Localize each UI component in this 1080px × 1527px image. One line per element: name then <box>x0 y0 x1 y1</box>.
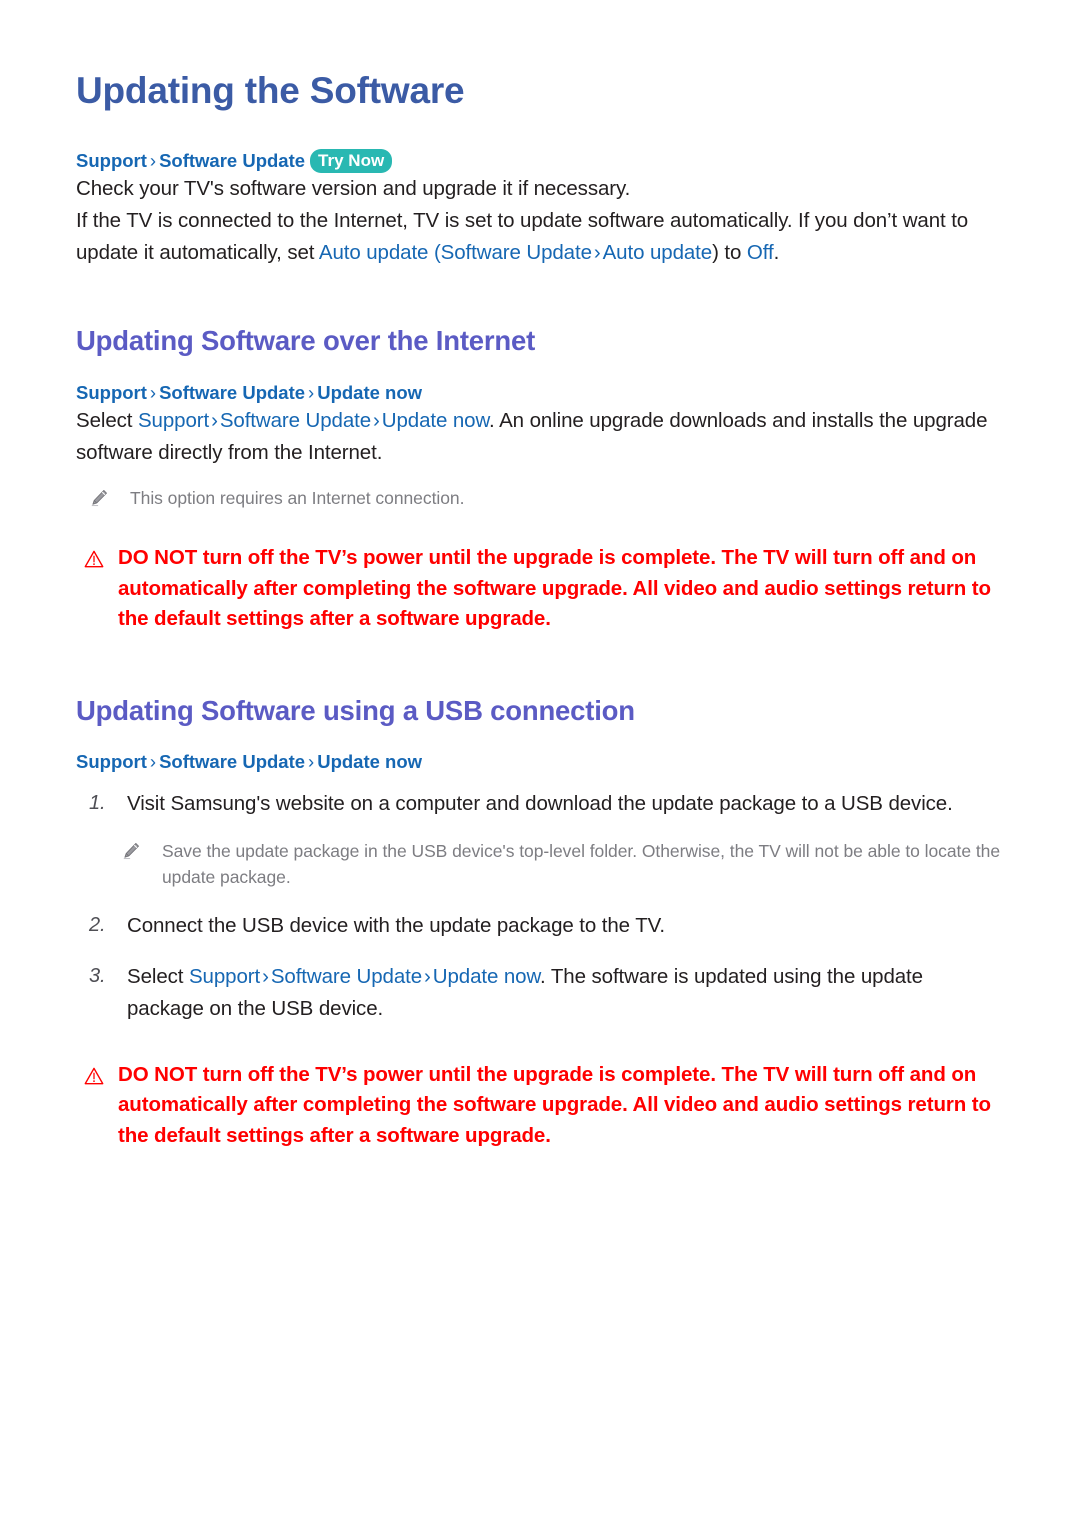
list-item: 3. Select Support›Software Update›Update… <box>76 961 1004 1025</box>
chevron-right-icon: › <box>149 381 157 403</box>
breadcrumb-item-update-now[interactable]: Update now <box>317 382 422 403</box>
breadcrumb-item-update-now[interactable]: Update now <box>317 751 422 772</box>
warning-internet-power: DO NOT turn off the TV’s power until the… <box>84 543 1004 635</box>
text-fragment: Select <box>76 408 138 432</box>
step-text: Visit Samsung's website on a computer an… <box>127 792 953 816</box>
breadcrumb-item-support[interactable]: Support <box>76 382 147 403</box>
keyword-support[interactable]: Support <box>189 965 260 988</box>
step-text: Select Support›Software Update›Update no… <box>127 961 1004 1025</box>
chevron-right-icon: › <box>308 381 315 403</box>
keyword-software-update[interactable]: Software Update <box>271 965 422 988</box>
text-fragment: Select <box>127 964 189 988</box>
internet-paragraph-select: Select Support›Software Update›Update no… <box>76 405 1004 469</box>
text-fragment: . <box>773 240 780 264</box>
list-item: 2. Connect the USB device with the updat… <box>76 910 1004 942</box>
note-text: Save the update package in the USB devic… <box>162 841 1001 888</box>
note-text: This option requires an Internet connect… <box>130 487 465 508</box>
try-now-button[interactable]: Try Now <box>310 148 393 173</box>
document-page: Updating the Software Support › Software U… <box>0 0 1080 1527</box>
usb-steps-list-continued: 2. Connect the USB device with the updat… <box>76 910 1004 1025</box>
breadcrumb-item-support[interactable]: Support <box>76 751 147 772</box>
warning-text: DO NOT turn off the TV’s power until the… <box>118 1062 991 1148</box>
chevron-right-icon: › <box>262 964 269 988</box>
chevron-right-icon: › <box>373 408 380 432</box>
intro-paragraph-auto-update: If the TV is connected to the Internet, … <box>76 205 1004 269</box>
keyword-auto-update-2[interactable]: Auto update <box>603 241 713 264</box>
breadcrumb-internet[interactable]: Support › Software Update › Update now <box>76 381 1004 405</box>
text-fragment: ) to <box>712 240 747 264</box>
warning-usb-power: DO NOT turn off the TV’s power until the… <box>84 1060 1004 1152</box>
breadcrumb-item-software-update[interactable]: Software Update <box>159 150 305 171</box>
step-number: 3. <box>89 964 106 987</box>
text-fragment: ( <box>428 240 441 264</box>
chevron-right-icon: › <box>149 751 157 773</box>
note-internet-connection: This option requires an Internet connect… <box>90 485 1004 511</box>
breadcrumb-main[interactable]: Support › Software Update Try Now <box>76 148 1004 173</box>
warning-triangle-icon <box>84 548 104 568</box>
keyword-update-now[interactable]: Update now <box>433 965 540 988</box>
warning-triangle-icon <box>84 1065 104 1085</box>
list-item: 1. Visit Samsung's website on a computer… <box>76 788 1004 820</box>
document-content: Updating the Software Support › Software U… <box>76 0 1004 1152</box>
breadcrumb-item-support[interactable]: Support <box>76 150 147 171</box>
section-heading-internet: Updating Software over the Internet <box>76 324 536 356</box>
step-text: Connect the USB device with the update p… <box>127 913 665 937</box>
pencil-icon <box>122 841 140 860</box>
breadcrumb-usb[interactable]: Support › Software Update › Update now <box>76 750 1004 774</box>
keyword-auto-update[interactable]: Auto update <box>319 241 429 264</box>
page-title: Updating the Software <box>76 70 465 111</box>
keyword-update-now[interactable]: Update now <box>382 409 489 432</box>
chevron-right-icon: › <box>149 149 157 171</box>
keyword-off[interactable]: Off <box>747 241 774 264</box>
usb-steps-list: 1. Visit Samsung's website on a computer… <box>76 788 1004 820</box>
warning-text: DO NOT turn off the TV’s power until the… <box>118 545 991 631</box>
chevron-right-icon: › <box>593 240 601 264</box>
keyword-software-update[interactable]: Software Update <box>441 241 592 264</box>
section-heading-usb: Updating Software using a USB connection <box>76 695 635 727</box>
note-usb-top-level-folder: Save the update package in the USB devic… <box>122 838 1004 891</box>
breadcrumb-item-software-update[interactable]: Software Update <box>159 751 305 772</box>
chevron-right-icon: › <box>211 408 218 432</box>
step-number: 2. <box>89 913 106 936</box>
chevron-right-icon: › <box>308 751 315 773</box>
keyword-software-update[interactable]: Software Update <box>220 409 371 432</box>
intro-paragraph-check: Check your TV's software version and upg… <box>76 176 631 200</box>
breadcrumb-item-software-update[interactable]: Software Update <box>159 382 305 403</box>
pencil-icon <box>90 488 108 506</box>
chevron-right-icon: › <box>424 964 431 988</box>
keyword-support[interactable]: Support <box>138 409 209 432</box>
step-number: 1. <box>89 792 106 815</box>
